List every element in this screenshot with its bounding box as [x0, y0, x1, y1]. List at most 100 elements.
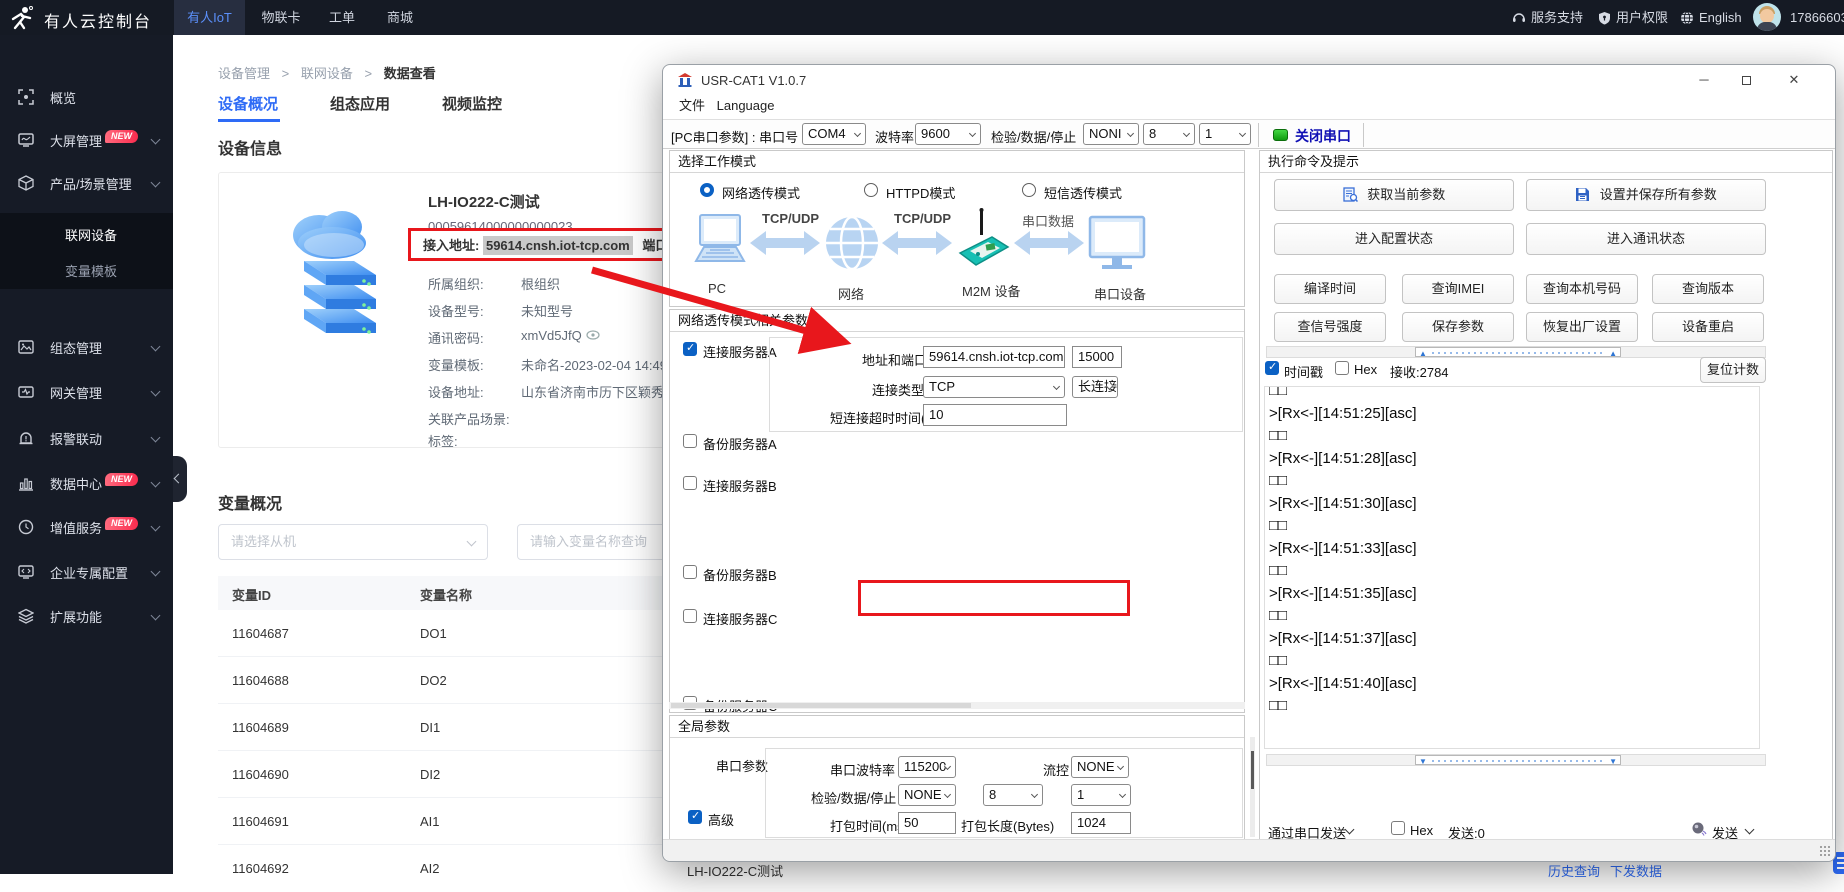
checkbox-server-a[interactable] [683, 342, 697, 356]
sidebar-item-alarm-linkage[interactable]: 报警联动 [0, 420, 173, 456]
slave-select[interactable]: 请选择从机 [218, 524, 488, 560]
permission-link[interactable]: 用户权限 [1598, 0, 1668, 35]
log-hscrollbar-top[interactable]: ▲▲ [1266, 346, 1766, 358]
sidebar-item-data-center[interactable]: 数据中心 NEW [0, 465, 173, 501]
chevron-down-icon [151, 567, 161, 577]
keep-alive-select[interactable]: 长连接 [1072, 376, 1118, 398]
sidebar-nav: 概览 大屏管理 NEW 产品/场景管理 设备管理 联网设备 变量模板 组态管理 … [0, 35, 173, 874]
query-signal-button[interactable]: 查信号强度 [1274, 312, 1386, 342]
global-baud-select[interactable]: 115200 [898, 756, 956, 778]
checkbox-hex-recv[interactable] [1335, 361, 1349, 375]
log-hscrollbar-bottom[interactable]: ▼▼ [1266, 754, 1766, 766]
set-save-params-button[interactable]: 设置并保存所有参数 [1526, 179, 1766, 211]
menu-language[interactable]: Language [717, 98, 775, 113]
factory-reset-button[interactable]: 恢复出厂设置 [1526, 312, 1638, 342]
variables-title: 变量概况 [218, 490, 282, 514]
checkbox-backup-a[interactable] [683, 434, 697, 448]
global-databits-select[interactable]: 8 [983, 784, 1043, 806]
nav-item-work-order[interactable]: 工单 [318, 0, 366, 35]
sidebar-item-product-mgmt[interactable]: 产品/场景管理 [0, 165, 173, 201]
timeout-input[interactable]: 10 [923, 404, 1067, 426]
parity-label: 检验/数据/停止 [991, 127, 1076, 146]
global-parity-select[interactable]: NONE [898, 784, 956, 806]
sidebar-item-overview[interactable]: 概览 [0, 79, 173, 115]
flow-select[interactable]: NONE [1071, 756, 1129, 778]
checkbox-server-b[interactable] [683, 476, 697, 490]
user-phone[interactable]: 178666036 [1790, 0, 1844, 35]
checkbox-timestamp[interactable] [1265, 361, 1279, 375]
global-stopbits-select[interactable]: 1 [1071, 784, 1131, 806]
language-switch[interactable]: English [1680, 0, 1742, 35]
window-titlebar[interactable]: USR-CAT1 V1.0.7 ─ ✕ [663, 65, 1835, 95]
bar-chart-icon [18, 475, 34, 491]
sidebar-collapse-handle[interactable] [173, 456, 187, 502]
com-port-select[interactable]: COM4 [802, 123, 866, 145]
sidebar-item-enterprise-config[interactable]: 企业专属配置 [0, 554, 173, 590]
maximize-button[interactable] [1731, 69, 1761, 91]
breadcrumb-networked-devices[interactable]: 联网设备 [301, 66, 353, 81]
query-phone-button[interactable]: 查询本机号码 [1526, 274, 1638, 304]
sidebar-item-networked-devices[interactable]: 联网设备 [65, 225, 117, 244]
radio-sms-passthrough[interactable] [1022, 183, 1036, 197]
packtime-input[interactable]: 50 [898, 812, 956, 834]
enter-comm-button[interactable]: 进入通讯状态 [1526, 223, 1766, 255]
query-version-button[interactable]: 查询版本 [1652, 274, 1764, 304]
compile-time-button[interactable]: 编译时间 [1274, 274, 1386, 304]
chevron-down-icon [1745, 825, 1755, 835]
log-line: >[Rx<-][14:51:40][asc] [1265, 673, 1759, 696]
log-line: >[Rx<-][14:51:30][asc] [1265, 493, 1759, 516]
databits-select[interactable]: 8 [1143, 123, 1195, 145]
log-line: □□ [1265, 605, 1759, 628]
checkbox-backup-b[interactable] [683, 565, 697, 579]
menu-file[interactable]: 文件 [679, 98, 705, 113]
packlen-input[interactable]: 1024 [1071, 812, 1131, 834]
nav-item-sim-card[interactable]: 物联卡 [250, 0, 312, 35]
sidebar-item-value-added[interactable]: 增值服务 NEW [0, 509, 173, 545]
nav-item-mall[interactable]: 商城 [376, 0, 424, 35]
new-badge: NEW [105, 473, 138, 486]
conn-type-select[interactable]: TCP [923, 376, 1065, 398]
sidebar-item-scada-mgmt[interactable]: 组态管理 [0, 329, 173, 365]
server-addr-input[interactable]: 59614.cnsh.iot-tcp.com [923, 346, 1065, 368]
tab-scada-app[interactable]: 组态应用 [330, 93, 390, 114]
sidebar-item-screen-mgmt[interactable]: 大屏管理 NEW [0, 122, 173, 158]
double-arrow-icon [882, 229, 952, 257]
eye-icon[interactable] [586, 329, 600, 341]
sidebar-item-variable-template[interactable]: 变量模板 [65, 261, 117, 280]
user-avatar[interactable] [1753, 3, 1781, 31]
chevron-down-icon [151, 433, 161, 443]
checkbox-server-c[interactable] [683, 609, 697, 623]
sidebar-item-extensions[interactable]: 扩展功能 [0, 598, 173, 634]
reboot-device-button[interactable]: 设备重启 [1652, 312, 1764, 342]
parity-select[interactable]: NONI [1083, 123, 1139, 145]
nav-item-usr-iot[interactable]: 有人IoT [174, 0, 245, 35]
left-pane-vscrollbar[interactable] [1250, 737, 1255, 837]
device-image [274, 193, 389, 338]
radio-net-passthrough[interactable] [700, 183, 714, 197]
enter-config-button[interactable]: 进入配置状态 [1274, 223, 1514, 255]
sidebar-item-gateway-mgmt[interactable]: 网关管理 [0, 374, 173, 410]
rx-log-area[interactable]: □□ >[Rx<-][14:51:25][asc] □□ >[Rx<-][14:… [1264, 386, 1760, 749]
checkbox-advanced[interactable] [688, 810, 702, 824]
server-port-input[interactable]: 15000 [1072, 346, 1122, 368]
close-serial-button[interactable]: 关闭串口 [1295, 126, 1351, 146]
close-button[interactable]: ✕ [1779, 69, 1809, 91]
query-imei-button[interactable]: 查询IMEI [1402, 274, 1514, 304]
breadcrumb-device-mgmt[interactable]: 设备管理 [218, 66, 270, 81]
tab-device-overview[interactable]: 设备概况 [218, 93, 278, 114]
workmode-group: 选择工作模式 网络透传模式 HTTPD模式 短信透传模式 PC TCP/UDP … [669, 150, 1245, 307]
serial-open-led [1273, 129, 1288, 141]
support-link[interactable]: 服务支持 [1512, 0, 1583, 35]
left-pane-hscrollbar[interactable] [669, 702, 1245, 709]
radio-httpd[interactable] [864, 183, 878, 197]
baud-select[interactable]: 9600 [915, 123, 981, 145]
tab-video-monitor[interactable]: 视频监控 [442, 93, 502, 114]
get-params-button[interactable]: 获取当前参数 [1274, 179, 1514, 211]
resize-grip[interactable] [1819, 845, 1831, 857]
reset-counter-button[interactable]: 复位计数 [1700, 357, 1766, 383]
checkbox-hex-send[interactable] [1391, 821, 1405, 835]
save-params-button[interactable]: 保存参数 [1402, 312, 1514, 342]
stopbits-select[interactable]: 1 [1199, 123, 1251, 145]
minimize-button[interactable]: ─ [1689, 69, 1719, 91]
send-input-area[interactable] [1264, 770, 1760, 814]
